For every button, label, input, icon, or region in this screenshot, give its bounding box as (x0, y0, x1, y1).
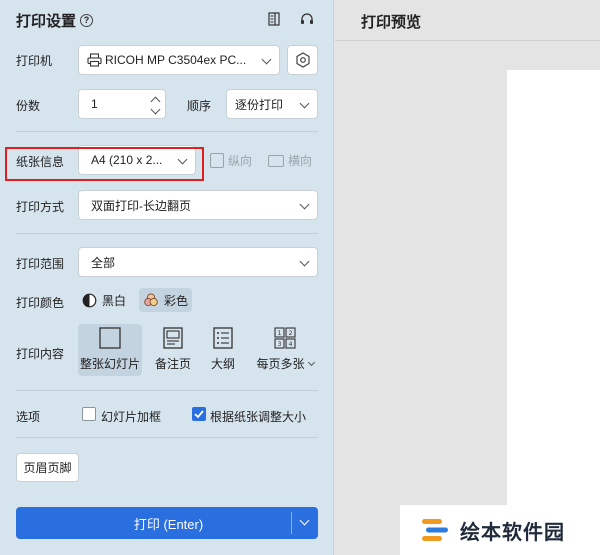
preview-page (507, 70, 600, 506)
order-select[interactable]: 逐份打印 (226, 89, 318, 119)
full-slide-icon (99, 327, 121, 349)
print-mode-value: 双面打印-长边翻页 (91, 198, 191, 213)
bw-label: 黑白 (102, 293, 127, 308)
print-mode-label: 打印方式 (16, 200, 65, 214)
print-content-label: 打印内容 (16, 347, 65, 361)
printer-settings-button[interactable] (287, 45, 318, 75)
color-option-color[interactable]: 彩色 (139, 288, 193, 312)
print-range-select[interactable]: 全部 (78, 247, 318, 277)
panel-title: 打印设置 ? (16, 10, 94, 31)
chevron-down-icon (299, 98, 310, 109)
site-watermark: 绘本软件园 (400, 505, 600, 555)
help-icon[interactable]: ? (80, 14, 94, 27)
chevron-down-icon (299, 515, 310, 526)
color-label: 彩色 (164, 293, 189, 308)
chevron-down-icon (261, 54, 272, 65)
divider (16, 390, 318, 391)
print-mode-select[interactable]: 双面打印-长边翻页 (78, 190, 318, 220)
frame-slides-label: 幻灯片加框 (101, 410, 162, 424)
svg-text:3: 3 (278, 341, 282, 348)
frame-slides-checkbox[interactable] (82, 407, 96, 421)
site-logo-icon (422, 519, 448, 541)
divider (335, 40, 600, 41)
hexagon-settings-icon (296, 52, 310, 68)
print-settings-panel: 打印设置 ? 打印机 RICOH MP C3504ex PC... 份数 1 顺… (0, 0, 334, 555)
printer-icon (87, 53, 102, 67)
print-button-label: 打印 (Enter) (133, 516, 204, 532)
landscape-option[interactable]: 横向 (268, 152, 312, 169)
watermark-text: 绘本软件园 (460, 521, 565, 544)
svg-text:4: 4 (289, 341, 293, 348)
fit-paper-checkbox[interactable] (192, 407, 206, 421)
printer-select[interactable]: RICOH MP C3504ex PC... (78, 45, 280, 75)
svg-text:2: 2 (289, 330, 293, 337)
portrait-label: 纵向 (228, 154, 253, 168)
landscape-icon (268, 154, 284, 167)
copies-value: 1 (91, 97, 98, 111)
order-value: 逐份打印 (235, 97, 284, 112)
header-footer-label: 页眉页脚 (23, 461, 72, 475)
headset-icon[interactable] (299, 11, 315, 27)
portrait-option[interactable]: 纵向 (210, 152, 252, 169)
print-range-label: 打印范围 (16, 257, 65, 271)
full-slide-label: 整张幻灯片 (79, 357, 140, 371)
layout-icon[interactable] (266, 11, 282, 27)
checkmark-icon (194, 410, 204, 419)
print-color-label: 打印颜色 (16, 296, 65, 310)
divider (16, 437, 318, 438)
chevron-down-icon (307, 358, 315, 367)
content-option-full-slide[interactable]: 整张幻灯片 (78, 324, 142, 376)
print-range-value: 全部 (91, 255, 116, 270)
outline-label: 大纲 (210, 357, 235, 371)
print-button[interactable]: 打印 (Enter) (16, 507, 318, 539)
copies-label: 份数 (16, 99, 41, 113)
header-footer-button[interactable]: 页眉页脚 (16, 453, 79, 482)
printer-label: 打印机 (16, 54, 53, 68)
color-option-bw[interactable]: 黑白 (78, 288, 130, 312)
landscape-label: 横向 (288, 154, 313, 168)
printer-value: RICOH MP C3504ex PC... (105, 53, 247, 67)
chevron-down-icon[interactable] (150, 104, 161, 115)
multi-label-text: 每页多张 (256, 357, 305, 371)
portrait-icon (210, 153, 224, 168)
multi-label: 每页多张 (256, 355, 315, 372)
chevron-down-icon (299, 256, 310, 267)
multi-page-icon: 1 2 3 4 (274, 327, 296, 349)
outline-icon (213, 327, 233, 349)
order-label: 顺序 (187, 99, 212, 113)
divider (16, 233, 318, 234)
panel-title-text: 打印设置 (16, 13, 77, 30)
divider (16, 131, 318, 132)
preview-panel: 打印预览 (335, 0, 600, 555)
color-palette-icon (144, 293, 158, 307)
svg-text:1: 1 (278, 330, 282, 337)
content-option-outline[interactable]: 大纲 (191, 324, 255, 376)
copies-stepper[interactable]: 1 (78, 89, 166, 119)
content-option-multi[interactable]: 1 2 3 4 每页多张 (249, 324, 321, 376)
black-white-icon (82, 293, 97, 307)
highlight-box (5, 147, 204, 181)
options-label: 选项 (16, 410, 41, 424)
chevron-down-icon (299, 199, 310, 210)
preview-title: 打印预览 (361, 14, 422, 31)
fit-paper-label: 根据纸张调整大小 (210, 410, 307, 424)
notes-label: 备注页 (154, 357, 191, 371)
print-dropdown-button[interactable] (292, 507, 318, 539)
notes-page-icon (163, 327, 183, 349)
